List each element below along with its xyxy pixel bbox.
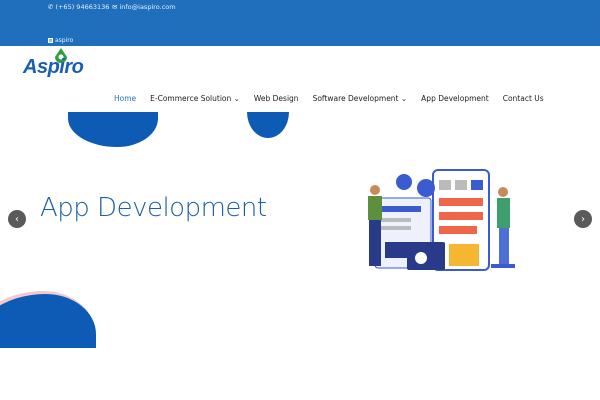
email-contact[interactable]: ✉ info@iaspiro.com (112, 3, 176, 11)
slider-prev-button[interactable]: ‹ (8, 210, 26, 228)
hero-title: App Development (40, 193, 267, 223)
app-development-illustration (368, 169, 515, 271)
decor-blob (68, 112, 158, 147)
nav-home[interactable]: Home (114, 94, 136, 103)
nav-contact-us[interactable]: Contact Us (503, 94, 544, 103)
decor-circle (247, 112, 289, 138)
broken-image-icon (48, 38, 53, 43)
broken-logo-image[interactable]: aspiro (48, 37, 73, 44)
phone-icon: ✆ (48, 3, 54, 11)
lower-section (0, 348, 600, 400)
nav-ecommerce[interactable]: E-Commerce Solution ⌄ (150, 94, 240, 103)
phone-text: (+65) 94663136 (55, 3, 110, 11)
nav-web-design[interactable]: Web Design (254, 94, 299, 103)
nav-app-development[interactable]: App Development (421, 94, 489, 103)
phone-contact[interactable]: ✆ (+65) 94663136 (48, 3, 109, 11)
nav-software-development[interactable]: Software Development ⌄ (313, 94, 408, 103)
broken-logo-alt: aspiro (55, 37, 74, 44)
top-bar: ✆ (+65) 94663136 ✉ info@iaspiro.com aspiro (0, 0, 600, 46)
logo[interactable]: Aspiro (23, 47, 87, 81)
mail-icon: ✉ (112, 3, 118, 11)
logo-text: Aspiro (23, 56, 84, 78)
slider-next-button[interactable]: › (574, 210, 592, 228)
email-text: info@iaspiro.com (119, 3, 176, 11)
main-nav: Home E-Commerce Solution ⌄ Web Design So… (114, 94, 544, 103)
